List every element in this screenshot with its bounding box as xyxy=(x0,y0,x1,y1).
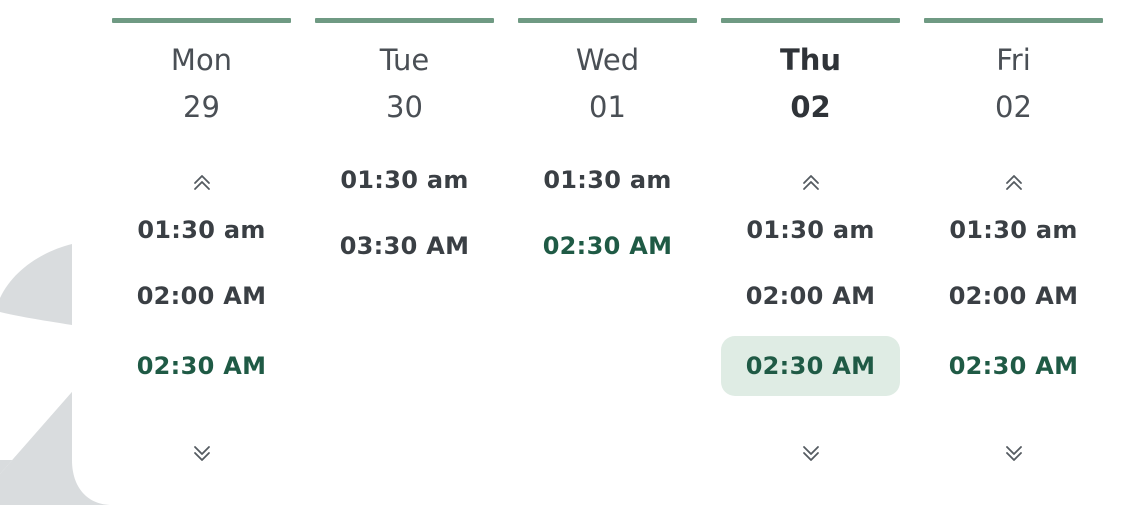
day-column-wed: Wed 01 01:30 am 02:30 AM xyxy=(518,18,697,498)
time-slot[interactable]: 01:30 am xyxy=(315,150,494,210)
scroll-down-chevron-icon[interactable] xyxy=(1002,444,1026,468)
time-slot[interactable]: 02:00 AM xyxy=(721,266,900,326)
time-slot[interactable]: 03:30 AM xyxy=(315,216,494,276)
time-slot[interactable]: 01:30 am xyxy=(721,200,900,260)
day-column-bar xyxy=(315,18,494,23)
time-slot-selected[interactable]: 02:30 AM xyxy=(721,336,900,396)
time-slot[interactable]: 02:30 AM xyxy=(518,216,697,276)
time-slot[interactable]: 01:30 am xyxy=(112,200,291,260)
day-column-fri: Fri 02 01:30 am 02:00 AM 02:30 AM xyxy=(924,18,1103,498)
scroll-up-chevron-icon[interactable] xyxy=(1002,168,1026,192)
scroll-up-chevron-icon[interactable] xyxy=(190,168,214,192)
time-slot[interactable]: 02:00 AM xyxy=(924,266,1103,326)
day-column-tue: Tue 30 01:30 am 03:30 AM xyxy=(315,18,494,498)
day-number: 01 xyxy=(589,90,626,124)
day-name: Tue xyxy=(379,43,430,77)
day-column-bar xyxy=(518,18,697,23)
day-number: 02 xyxy=(790,90,831,124)
time-slot[interactable]: 01:30 am xyxy=(518,150,697,210)
day-name: Mon xyxy=(170,43,233,77)
day-column-mon: Mon 29 01:30 am 02:00 AM 02:30 AM xyxy=(112,18,291,498)
day-columns: Mon 29 01:30 am 02:00 AM 02:30 AM Tue 30 01:30 … xyxy=(112,18,1103,498)
day-number: 02 xyxy=(995,90,1032,124)
scroll-up-chevron-icon[interactable] xyxy=(799,168,823,192)
time-slot[interactable]: 02:30 AM xyxy=(924,336,1103,396)
day-column-bar xyxy=(721,18,900,23)
scheduler-stage: Mon 29 01:30 am 02:00 AM 02:30 AM Tue 30 01:30 … xyxy=(0,0,1144,507)
day-number: 30 xyxy=(386,90,423,124)
day-number: 29 xyxy=(183,90,220,124)
day-name: Fri xyxy=(996,43,1031,77)
time-slot[interactable]: 02:00 AM xyxy=(112,266,291,326)
day-column-thu: Thu 02 01:30 am 02:00 AM 02:30 AM xyxy=(721,18,900,498)
time-slot[interactable]: 02:30 AM xyxy=(112,336,291,396)
time-slot[interactable]: 01:30 am xyxy=(924,200,1103,260)
day-name: Wed xyxy=(575,43,640,77)
day-name: Thu xyxy=(779,43,842,77)
day-column-bar xyxy=(924,18,1103,23)
day-column-bar xyxy=(112,18,291,23)
scroll-down-chevron-icon[interactable] xyxy=(190,444,214,468)
scroll-down-chevron-icon[interactable] xyxy=(799,444,823,468)
